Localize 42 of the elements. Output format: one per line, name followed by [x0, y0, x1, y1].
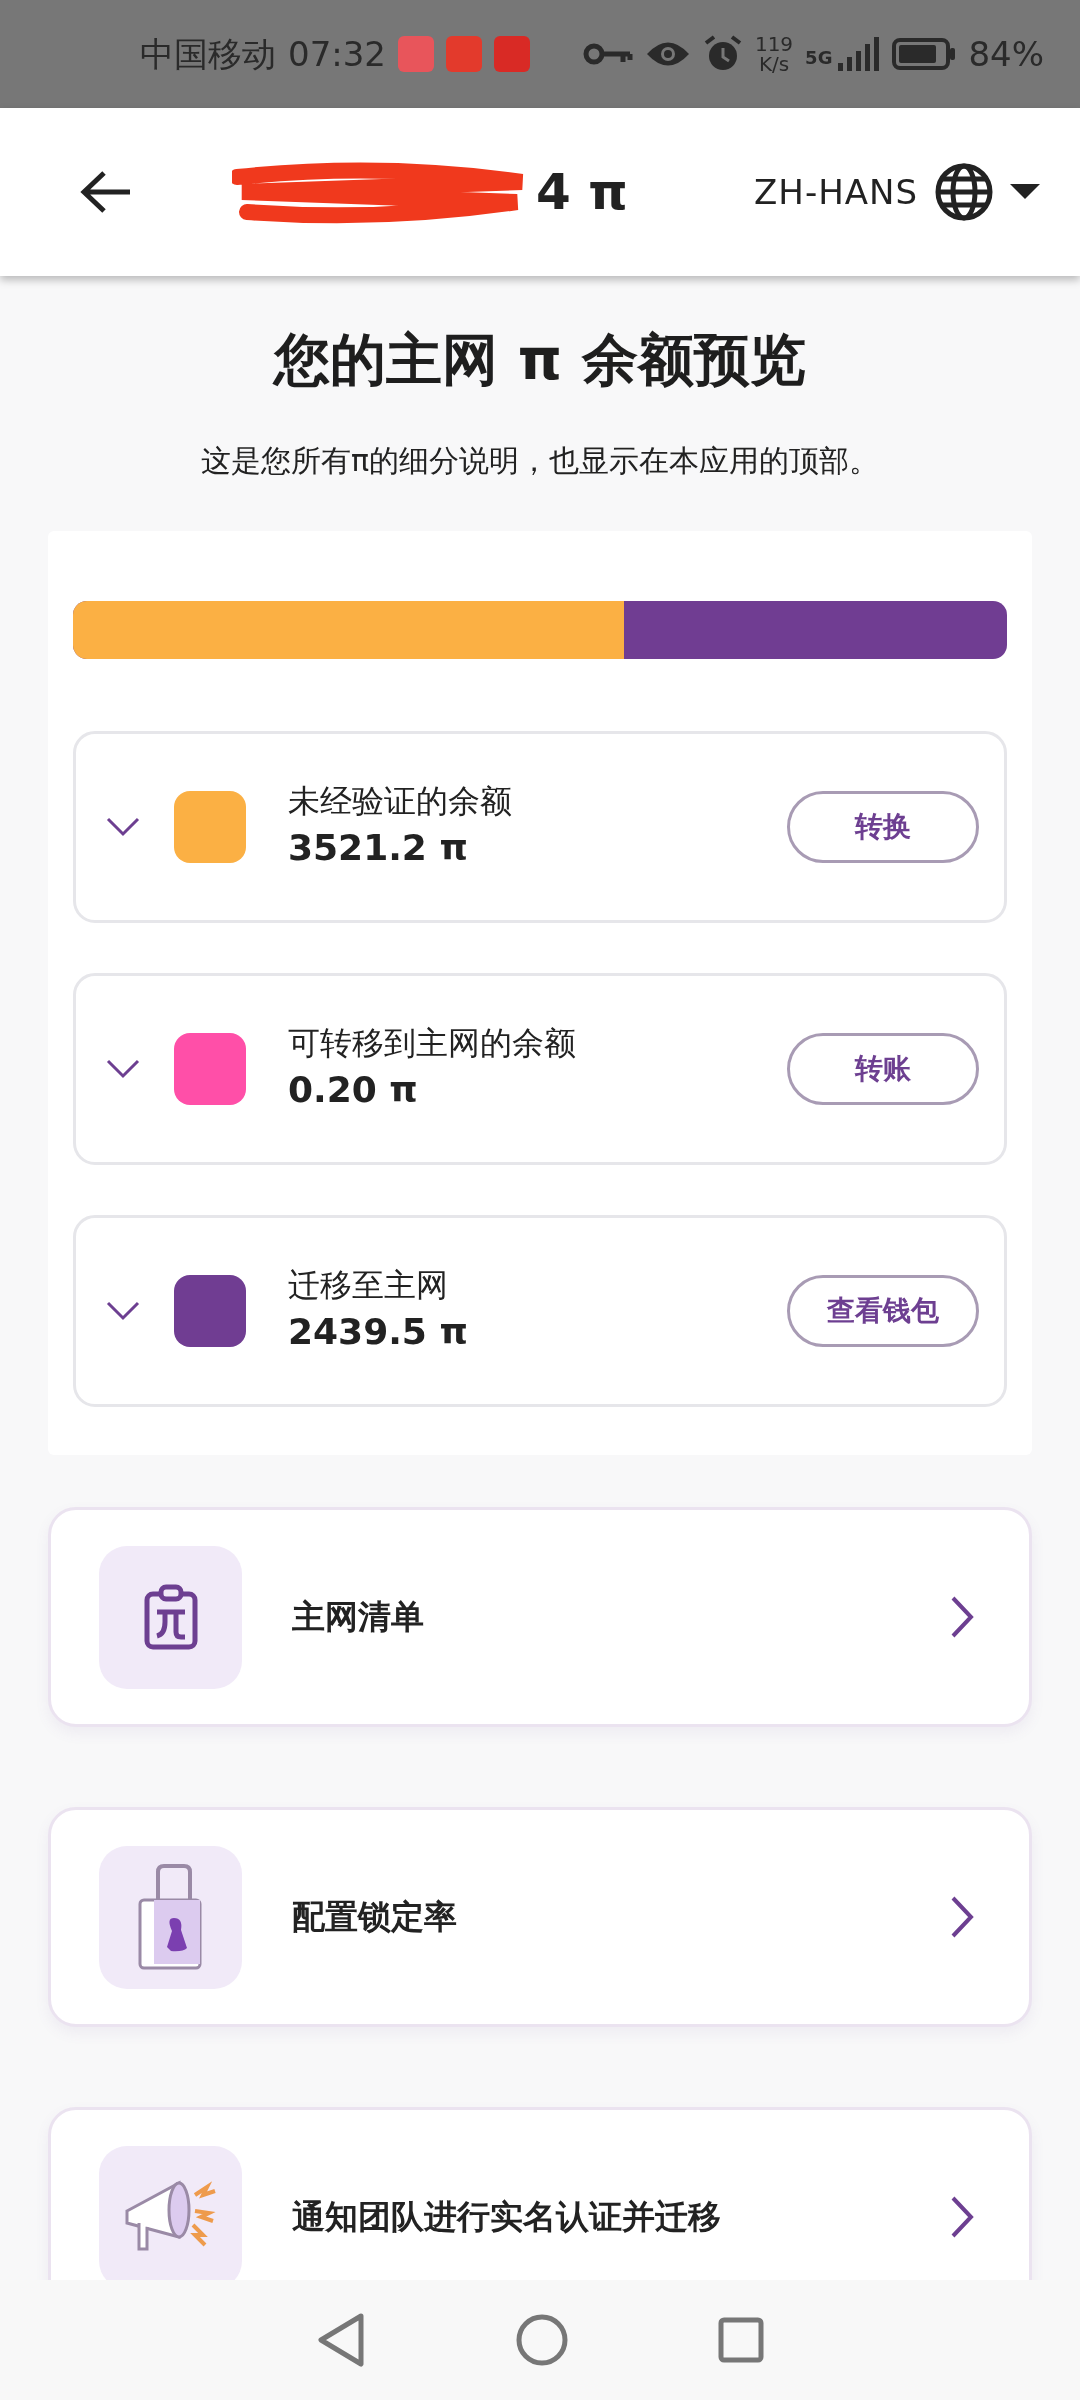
menu-label: 主网清单: [292, 1596, 425, 1639]
action-button[interactable]: 转换: [787, 791, 979, 863]
page-title: 您的主网 π 余额预览: [271, 326, 807, 394]
globe-icon: [934, 162, 994, 222]
balance-amount: 3521.2 π: [288, 825, 469, 870]
chevron-icon[interactable]: [106, 1059, 140, 1079]
chevron-right-icon: [950, 2195, 974, 2239]
network-speed: 119: [754, 34, 794, 54]
balance-amount: 2439.5 π: [288, 1309, 469, 1354]
back-nav-icon[interactable]: [316, 2312, 366, 2368]
menu-label: 配置锁定率: [292, 1896, 458, 1939]
balance-label: 可转移到主网的余额: [288, 1023, 577, 1064]
menu-label: 通知团队进行实名认证并迁移: [292, 2196, 722, 2239]
language-selector[interactable]: ZH-HANS: [754, 162, 1040, 222]
chevron-right-icon: [950, 1595, 974, 1639]
battery-percent: 84%: [968, 32, 1044, 76]
key-icon: [582, 42, 633, 66]
menu-card[interactable]: 通知团队进行实名认证并迁移: [48, 2107, 1032, 2280]
menu-card[interactable]: 主网清单: [48, 1507, 1032, 1727]
account-balance-title: 4 π: [536, 161, 628, 223]
clipboard-icon: [143, 1584, 198, 1650]
recents-nav-icon[interactable]: [718, 2317, 764, 2363]
page-subtitle: 这是您所有π的细分说明，也显示在本应用的顶部。: [199, 442, 881, 480]
home-nav-icon[interactable]: [516, 2314, 568, 2366]
clock-time: 07:32: [288, 32, 386, 76]
signal-icon: [836, 37, 881, 71]
carrier-name: 中国移动: [140, 32, 276, 76]
menu-card[interactable]: 配置锁定率: [48, 1807, 1032, 2027]
caret-icon: [1010, 184, 1040, 200]
balance-amount: 0.20 π: [288, 1067, 419, 1112]
app-notification-icon: [446, 36, 482, 72]
action-button[interactable]: 查看钱包: [787, 1275, 979, 1347]
network-speed-unit: K/s: [757, 54, 791, 74]
back-arrow-icon[interactable]: [80, 170, 132, 214]
network-type: 5G: [805, 46, 833, 70]
chevron-icon[interactable]: [106, 817, 140, 837]
chevron-icon[interactable]: [106, 1301, 140, 1321]
balance-label: 未经验证的余额: [288, 781, 513, 822]
battery-icon: [892, 38, 957, 70]
balance-label: 迁移至主网: [288, 1265, 449, 1306]
chevron-right-icon: [950, 1895, 974, 1939]
action-button[interactable]: 转账: [787, 1033, 979, 1105]
